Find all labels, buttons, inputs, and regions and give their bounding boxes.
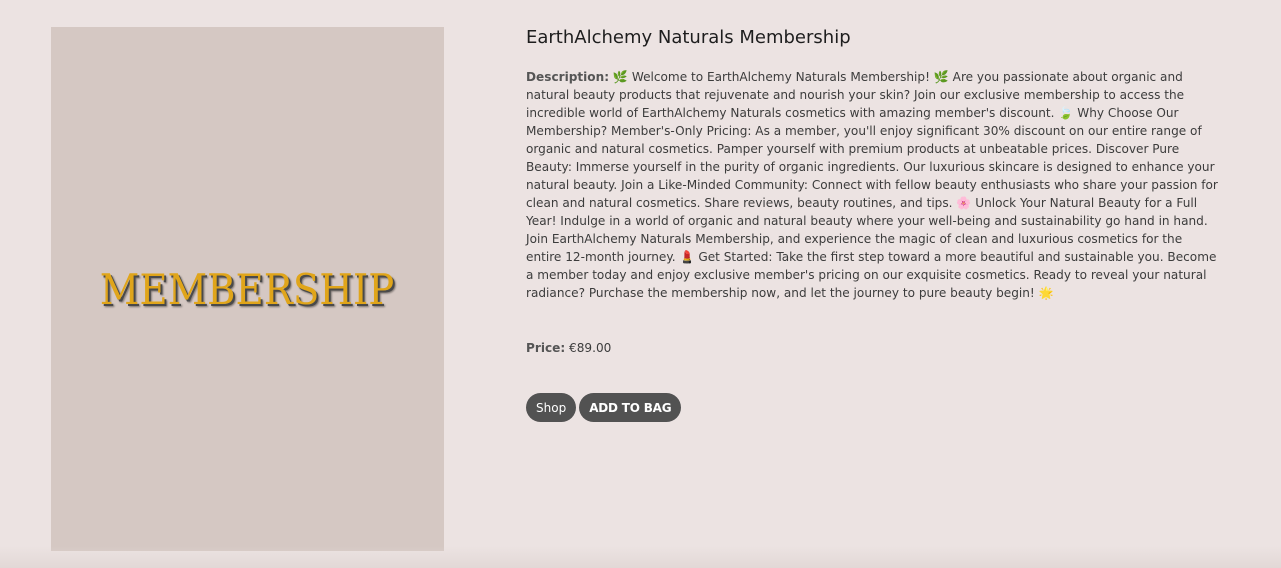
add-to-bag-button[interactable]: ADD TO BAG (579, 393, 682, 422)
description-text: 🌿 Welcome to EarthAlchemy Naturals Membe… (526, 70, 1218, 300)
product-info: EarthAlchemy Naturals Membership Descrip… (526, 26, 1220, 422)
product-description: Description: 🌿 Welcome to EarthAlchemy N… (526, 68, 1220, 302)
product-page: MEMBERSHIP EarthAlchemy Naturals Members… (0, 0, 1281, 568)
price-row: Price: €89.00 (526, 339, 1220, 357)
product-image: MEMBERSHIP (51, 27, 444, 551)
product-title: EarthAlchemy Naturals Membership (526, 27, 851, 48)
action-buttons: Shop ADD TO BAG (526, 393, 1220, 422)
membership-wordmark: MEMBERSHIP (100, 264, 395, 314)
description-label: Description: (526, 70, 610, 84)
shop-button[interactable]: Shop (526, 393, 577, 422)
price-value: €89.00 (569, 341, 612, 355)
price-label: Price: (526, 341, 566, 355)
